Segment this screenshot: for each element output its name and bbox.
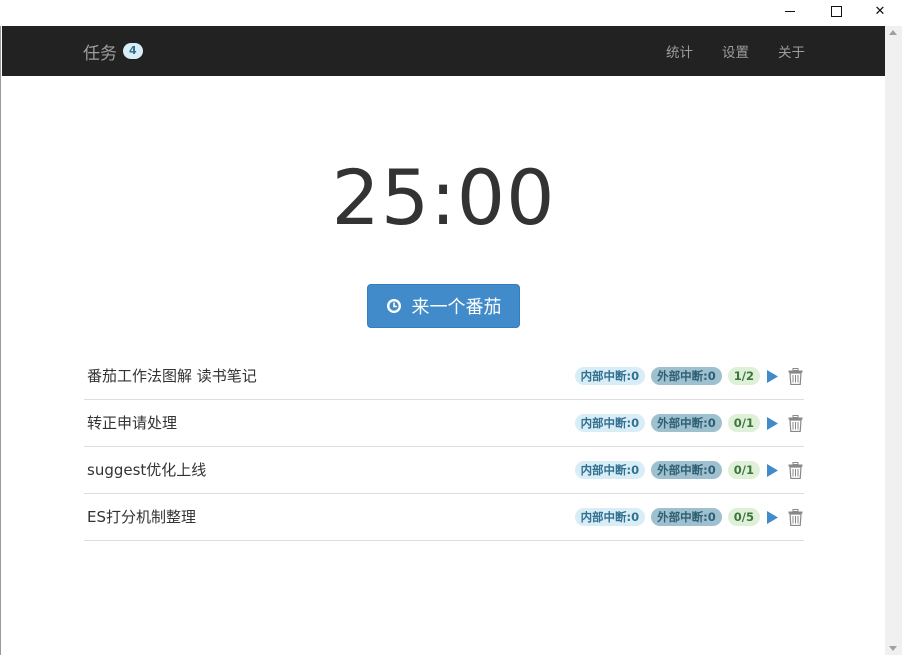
delete-button[interactable] — [786, 367, 804, 385]
external-interrupt-badge: 外部中断:0 — [651, 367, 722, 385]
nav-link-stats[interactable]: 统计 — [666, 41, 693, 61]
task-count-badge: 4 — [123, 43, 143, 59]
play-icon — [767, 463, 778, 477]
task-row[interactable]: suggest优化上线 内部中断:0 外部中断:0 0/1 — [84, 447, 804, 494]
pomodoro-progress-badge: 1/2 — [727, 367, 760, 385]
delete-button[interactable] — [786, 414, 804, 432]
task-meta: 内部中断:0 外部中断:0 0/5 — [569, 494, 804, 540]
close-button[interactable]: ✕ — [857, 0, 903, 22]
trash-icon — [788, 414, 802, 432]
trash-icon — [788, 367, 802, 385]
brand-title: 任务 — [83, 43, 117, 64]
vertical-scrollbar[interactable] — [885, 26, 902, 655]
play-icon — [767, 510, 778, 524]
task-title: suggest优化上线 — [87, 461, 207, 479]
internal-interrupt-badge: 内部中断:0 — [574, 461, 646, 479]
internal-interrupt-badge: 内部中断:0 — [574, 414, 646, 432]
start-pomodoro-label: 来一个番茄 — [411, 297, 502, 318]
minimize-button[interactable] — [767, 0, 813, 22]
play-icon — [767, 369, 778, 383]
task-list: 番茄工作法图解 读书笔记 内部中断:0 外部中断:0 1/2 转正申请处理 内部… — [84, 353, 804, 541]
play-icon — [767, 416, 778, 430]
task-meta: 内部中断:0 外部中断:0 0/1 — [569, 447, 804, 493]
close-icon: ✕ — [874, 3, 886, 19]
trash-icon — [788, 508, 802, 526]
pomodoro-progress-badge: 0/1 — [727, 414, 760, 432]
play-button[interactable] — [766, 462, 780, 478]
internal-interrupt-badge: 内部中断:0 — [574, 367, 646, 385]
task-title: 转正申请处理 — [87, 414, 178, 432]
play-button[interactable] — [766, 368, 780, 384]
pomodoro-progress-badge: 0/1 — [727, 461, 760, 479]
nav-link-about[interactable]: 关于 — [778, 41, 805, 61]
internal-interrupt-badge: 内部中断:0 — [574, 508, 646, 526]
external-interrupt-badge: 外部中断:0 — [651, 414, 722, 432]
window-titlebar: ✕ — [0, 0, 903, 26]
timer-display: 25:00 — [331, 153, 556, 242]
task-row[interactable]: 转正申请处理 内部中断:0 外部中断:0 0/1 — [84, 400, 804, 447]
task-title: ES打分机制整理 — [87, 508, 196, 526]
maximize-button[interactable] — [813, 0, 859, 22]
task-row[interactable]: ES打分机制整理 内部中断:0 外部中断:0 0/5 — [84, 494, 804, 541]
play-button[interactable] — [766, 509, 780, 525]
task-meta: 内部中断:0 外部中断:0 0/1 — [569, 400, 804, 446]
nav-link-settings[interactable]: 设置 — [722, 41, 749, 61]
task-meta: 内部中断:0 外部中断:0 1/2 — [569, 353, 804, 399]
external-interrupt-badge: 外部中断:0 — [651, 461, 722, 479]
scroll-up-arrow-icon[interactable] — [889, 30, 897, 35]
delete-button[interactable] — [786, 461, 804, 479]
play-button[interactable] — [766, 415, 780, 431]
start-pomodoro-button[interactable]: 来一个番茄 — [367, 284, 520, 328]
trash-icon — [788, 461, 802, 479]
task-row[interactable]: 番茄工作法图解 读书笔记 内部中断:0 外部中断:0 1/2 — [84, 353, 804, 400]
maximize-icon — [830, 5, 842, 17]
external-interrupt-badge: 外部中断:0 — [651, 508, 722, 526]
task-title: 番茄工作法图解 读书笔记 — [87, 367, 257, 385]
scroll-down-arrow-icon[interactable] — [889, 646, 897, 651]
clock-icon — [386, 299, 401, 313]
brand-link[interactable]: 任务 4 — [83, 26, 143, 76]
window-left-border — [0, 0, 1, 655]
pomodoro-progress-badge: 0/5 — [727, 508, 760, 526]
nav-links: 统计 设置 关于 — [637, 26, 805, 76]
navbar: 任务 4 统计 设置 关于 — [2, 26, 885, 76]
minimize-icon — [785, 10, 795, 12]
delete-button[interactable] — [786, 508, 804, 526]
